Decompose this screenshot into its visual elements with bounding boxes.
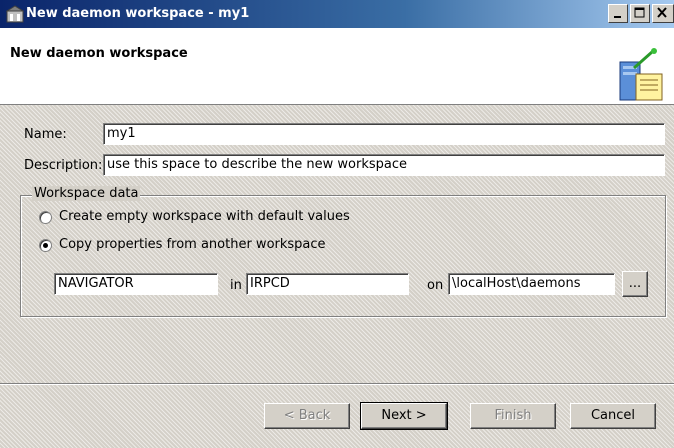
app-icon: [6, 5, 24, 23]
finish-button[interactable]: Finish: [470, 403, 556, 429]
create-empty-label[interactable]: Create empty workspace with default valu…: [59, 209, 350, 224]
next-button[interactable]: Next >: [360, 402, 448, 430]
name-input[interactable]: my1: [103, 123, 665, 145]
footer-divider-highlight: [0, 384, 674, 385]
minimize-button[interactable]: [608, 4, 628, 23]
copy-properties-label[interactable]: Copy properties from another workspace: [59, 237, 326, 252]
description-input[interactable]: use this space to describe the new works…: [103, 154, 665, 176]
radio-selected-dot: [43, 243, 48, 248]
workspace-data-label: Workspace data: [32, 186, 141, 201]
back-button[interactable]: < Back: [264, 403, 350, 429]
page-title: New daemon workspace: [10, 46, 188, 61]
create-empty-radio[interactable]: [39, 211, 52, 224]
maximize-icon: [634, 7, 645, 18]
cancel-button[interactable]: Cancel: [570, 403, 656, 429]
copy-properties-radio[interactable]: [39, 239, 52, 252]
close-button[interactable]: [652, 4, 674, 23]
maximize-button[interactable]: [630, 4, 650, 23]
wizard-header: New daemon workspace: [0, 28, 674, 105]
window-title: New daemon workspace - my1: [26, 6, 250, 21]
on-label: on: [427, 278, 444, 293]
close-icon: [657, 7, 667, 18]
title-bar[interactable]: New daemon workspace - my1: [0, 0, 674, 28]
server-document-icon: [619, 48, 663, 101]
name-label: Name:: [24, 127, 67, 142]
source-host-input[interactable]: \localHost\daemons: [448, 273, 615, 295]
browse-button[interactable]: ...: [622, 271, 648, 297]
in-label: in: [230, 278, 242, 293]
source-workspace-input[interactable]: NAVIGATOR: [54, 273, 218, 295]
source-daemon-input[interactable]: IRPCD: [246, 273, 409, 295]
wizard-window: New daemon workspace - my1 New daemon wo…: [0, 0, 674, 448]
minimize-icon: [614, 16, 621, 18]
description-label: Description:: [24, 158, 103, 173]
